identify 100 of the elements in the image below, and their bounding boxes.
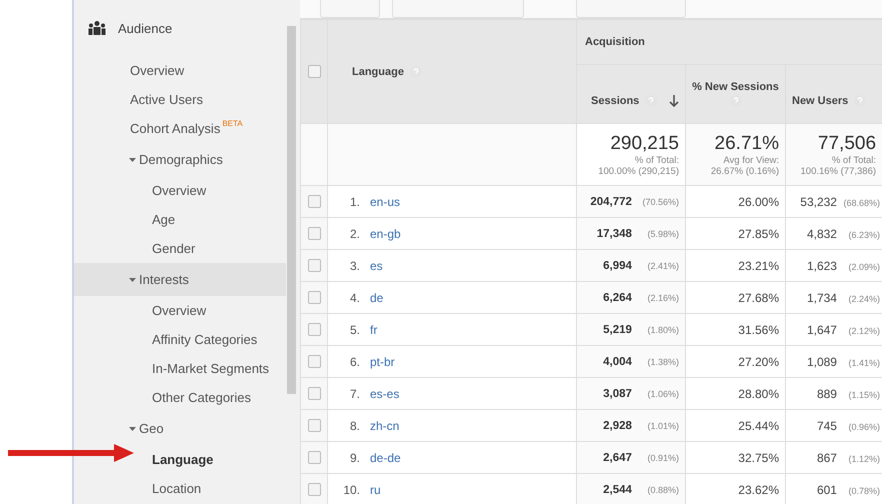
table-cell-text: (1.01%) [646, 420, 679, 430]
language-link[interactable]: fr [370, 322, 378, 336]
select-all-checkbox[interactable] [308, 65, 320, 78]
table-cell-text: (0.96%) [848, 422, 880, 432]
language-link[interactable]: zh-cn [370, 418, 400, 432]
row-checkbox[interactable] [308, 387, 320, 400]
language-link[interactable]: pt-br [370, 354, 395, 368]
table-cell-text: (1.15%) [848, 390, 880, 400]
row-checkbox[interactable] [308, 419, 320, 432]
table-cell-text: (0.78%) [848, 486, 880, 496]
column-header[interactable]: % New Sessions [692, 81, 779, 93]
table-cell-text: (0.91%) [646, 452, 679, 462]
table-cell-text: (2.09%) [848, 262, 880, 272]
table-cell: 27.85% [738, 226, 779, 240]
language-link[interactable]: en-us [370, 194, 400, 208]
nav-item[interactable]: Active Users [130, 92, 203, 107]
total-caption: % of Total: [830, 154, 876, 166]
table-cell: 6,994 [603, 260, 632, 272]
table-cell-text: (2.12%) [848, 326, 880, 336]
table-cell-text: (2.41%) [646, 260, 679, 270]
sort-down-icon[interactable] [669, 95, 679, 107]
language-link[interactable]: ru [370, 482, 381, 496]
table-cell: 601 [816, 482, 837, 496]
row-checkbox[interactable] [308, 195, 320, 208]
table-cell-text: (1.06%) [646, 388, 679, 398]
table-cell-text: (68.68%) [842, 198, 880, 208]
table-cell-text: (1.38%) [646, 356, 679, 366]
scrollbar[interactable] [287, 26, 296, 394]
row-number: 9. [348, 450, 360, 464]
people-icon [88, 21, 106, 35]
row-checkbox[interactable] [308, 227, 320, 240]
table-cell: 867 [816, 450, 837, 464]
table-cell: 1,623 [806, 258, 837, 272]
table-cell: 2,928 [603, 420, 632, 432]
nav-item[interactable]: Overview [152, 303, 206, 318]
row-number: 8. [348, 418, 360, 432]
nav-item[interactable]: Gender [152, 241, 196, 256]
row-checkbox[interactable] [308, 483, 320, 496]
table-cell-text: (6.23%) [848, 230, 880, 240]
table-cell-text: (2.16%) [646, 292, 679, 302]
beta-label: BETA [222, 119, 243, 128]
table-cell: 27.20% [738, 354, 779, 368]
row-number: 1. [348, 194, 360, 208]
total-caption: % of Total: [634, 154, 679, 166]
language-link[interactable]: de-de [370, 450, 401, 464]
table-cell: 2,544 [603, 484, 632, 496]
caret-down-icon[interactable] [129, 156, 136, 163]
row-number: 4. [348, 290, 360, 304]
total-value: 77,506 [816, 132, 876, 154]
row-checkbox[interactable] [308, 259, 320, 272]
row-checkbox[interactable] [308, 355, 320, 368]
column-group-header: Acquisition [585, 36, 645, 48]
language-link[interactable]: de [370, 290, 384, 304]
row-number: 10. [342, 482, 360, 496]
nav-item[interactable]: Interests [139, 272, 189, 287]
row-checkbox[interactable] [308, 451, 320, 464]
nav-item[interactable]: Demographics [139, 152, 223, 167]
nav-item[interactable]: Cohort Analysis [130, 121, 220, 136]
nav-item[interactable]: Overview [152, 183, 206, 198]
row-number: 5. [348, 322, 360, 336]
nav-item[interactable]: Location [152, 481, 202, 496]
toolbar-button[interactable] [320, 0, 380, 18]
table-cell: 26.00% [738, 194, 779, 208]
section-title[interactable]: Audience [118, 20, 172, 36]
language-link[interactable]: es-es [370, 386, 400, 400]
row-number: 7. [348, 386, 360, 400]
table-cell: 1,734 [806, 290, 837, 304]
table-cell: 4,832 [806, 226, 837, 240]
language-link[interactable]: es [370, 258, 383, 272]
column-header[interactable]: New Users [792, 95, 848, 107]
total-detail: 100.16% (77,386) [800, 166, 876, 176]
caret-down-icon[interactable] [129, 425, 136, 432]
row-checkbox[interactable] [308, 323, 320, 336]
table-cell: 2,647 [603, 452, 632, 464]
table-cell-text: (1.41%) [848, 358, 880, 368]
table-cell-text: (1.80%) [646, 324, 679, 334]
nav-item[interactable]: Overview [130, 63, 184, 78]
table-cell: 31.56% [738, 322, 779, 336]
column-header[interactable]: Language [352, 66, 404, 78]
table-cell: 25.44% [738, 418, 779, 432]
row-number: 2. [348, 226, 360, 240]
row-checkbox[interactable] [308, 291, 320, 304]
table-cell-text: (70.56%) [641, 196, 679, 206]
nav-item[interactable]: Age [152, 212, 176, 227]
nav-item[interactable]: Language [152, 452, 214, 467]
nav-item[interactable]: Affinity Categories [152, 332, 258, 347]
table-cell: 6,264 [603, 292, 632, 304]
table-cell: 53,232 [800, 194, 837, 208]
toolbar-button[interactable] [392, 0, 524, 18]
nav-item[interactable]: In-Market Segments [152, 361, 270, 376]
total-detail: 100.00% (290,215) [597, 166, 679, 176]
nav-item[interactable]: Geo [139, 421, 164, 436]
caret-down-icon[interactable] [129, 276, 136, 283]
toolbar-button[interactable] [576, 0, 686, 18]
row-number: 6. [348, 354, 360, 368]
language-link[interactable]: en-gb [370, 226, 401, 240]
column-header[interactable]: Sessions [591, 95, 640, 107]
table-cell: 28.80% [738, 386, 779, 400]
table-cell-text: (1.12%) [848, 454, 880, 464]
nav-item[interactable]: Other Categories [152, 390, 251, 405]
